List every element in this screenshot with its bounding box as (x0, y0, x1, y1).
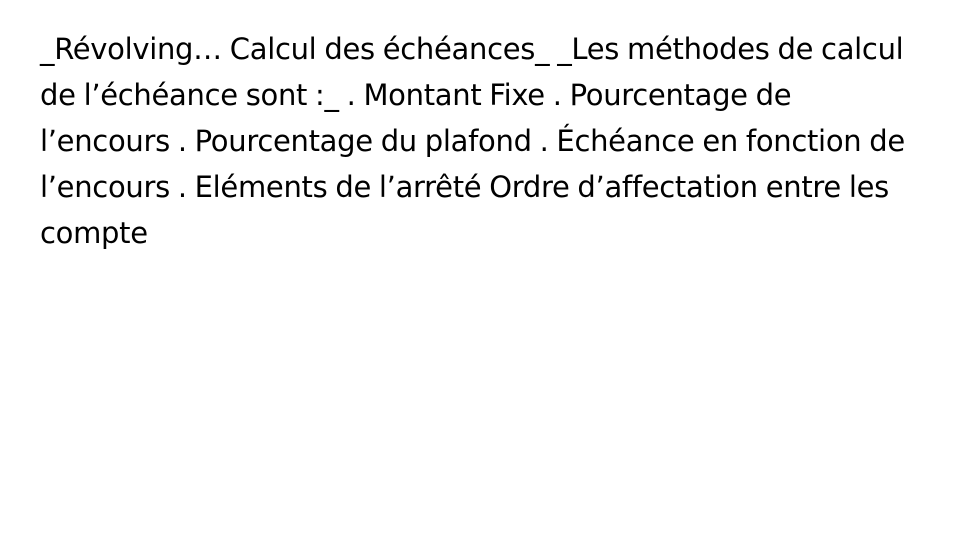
slide: _Révolving… Calcul des échéances_ _Les m… (0, 0, 960, 540)
slide-body-text: _Révolving… Calcul des échéances_ _Les m… (40, 32, 905, 250)
